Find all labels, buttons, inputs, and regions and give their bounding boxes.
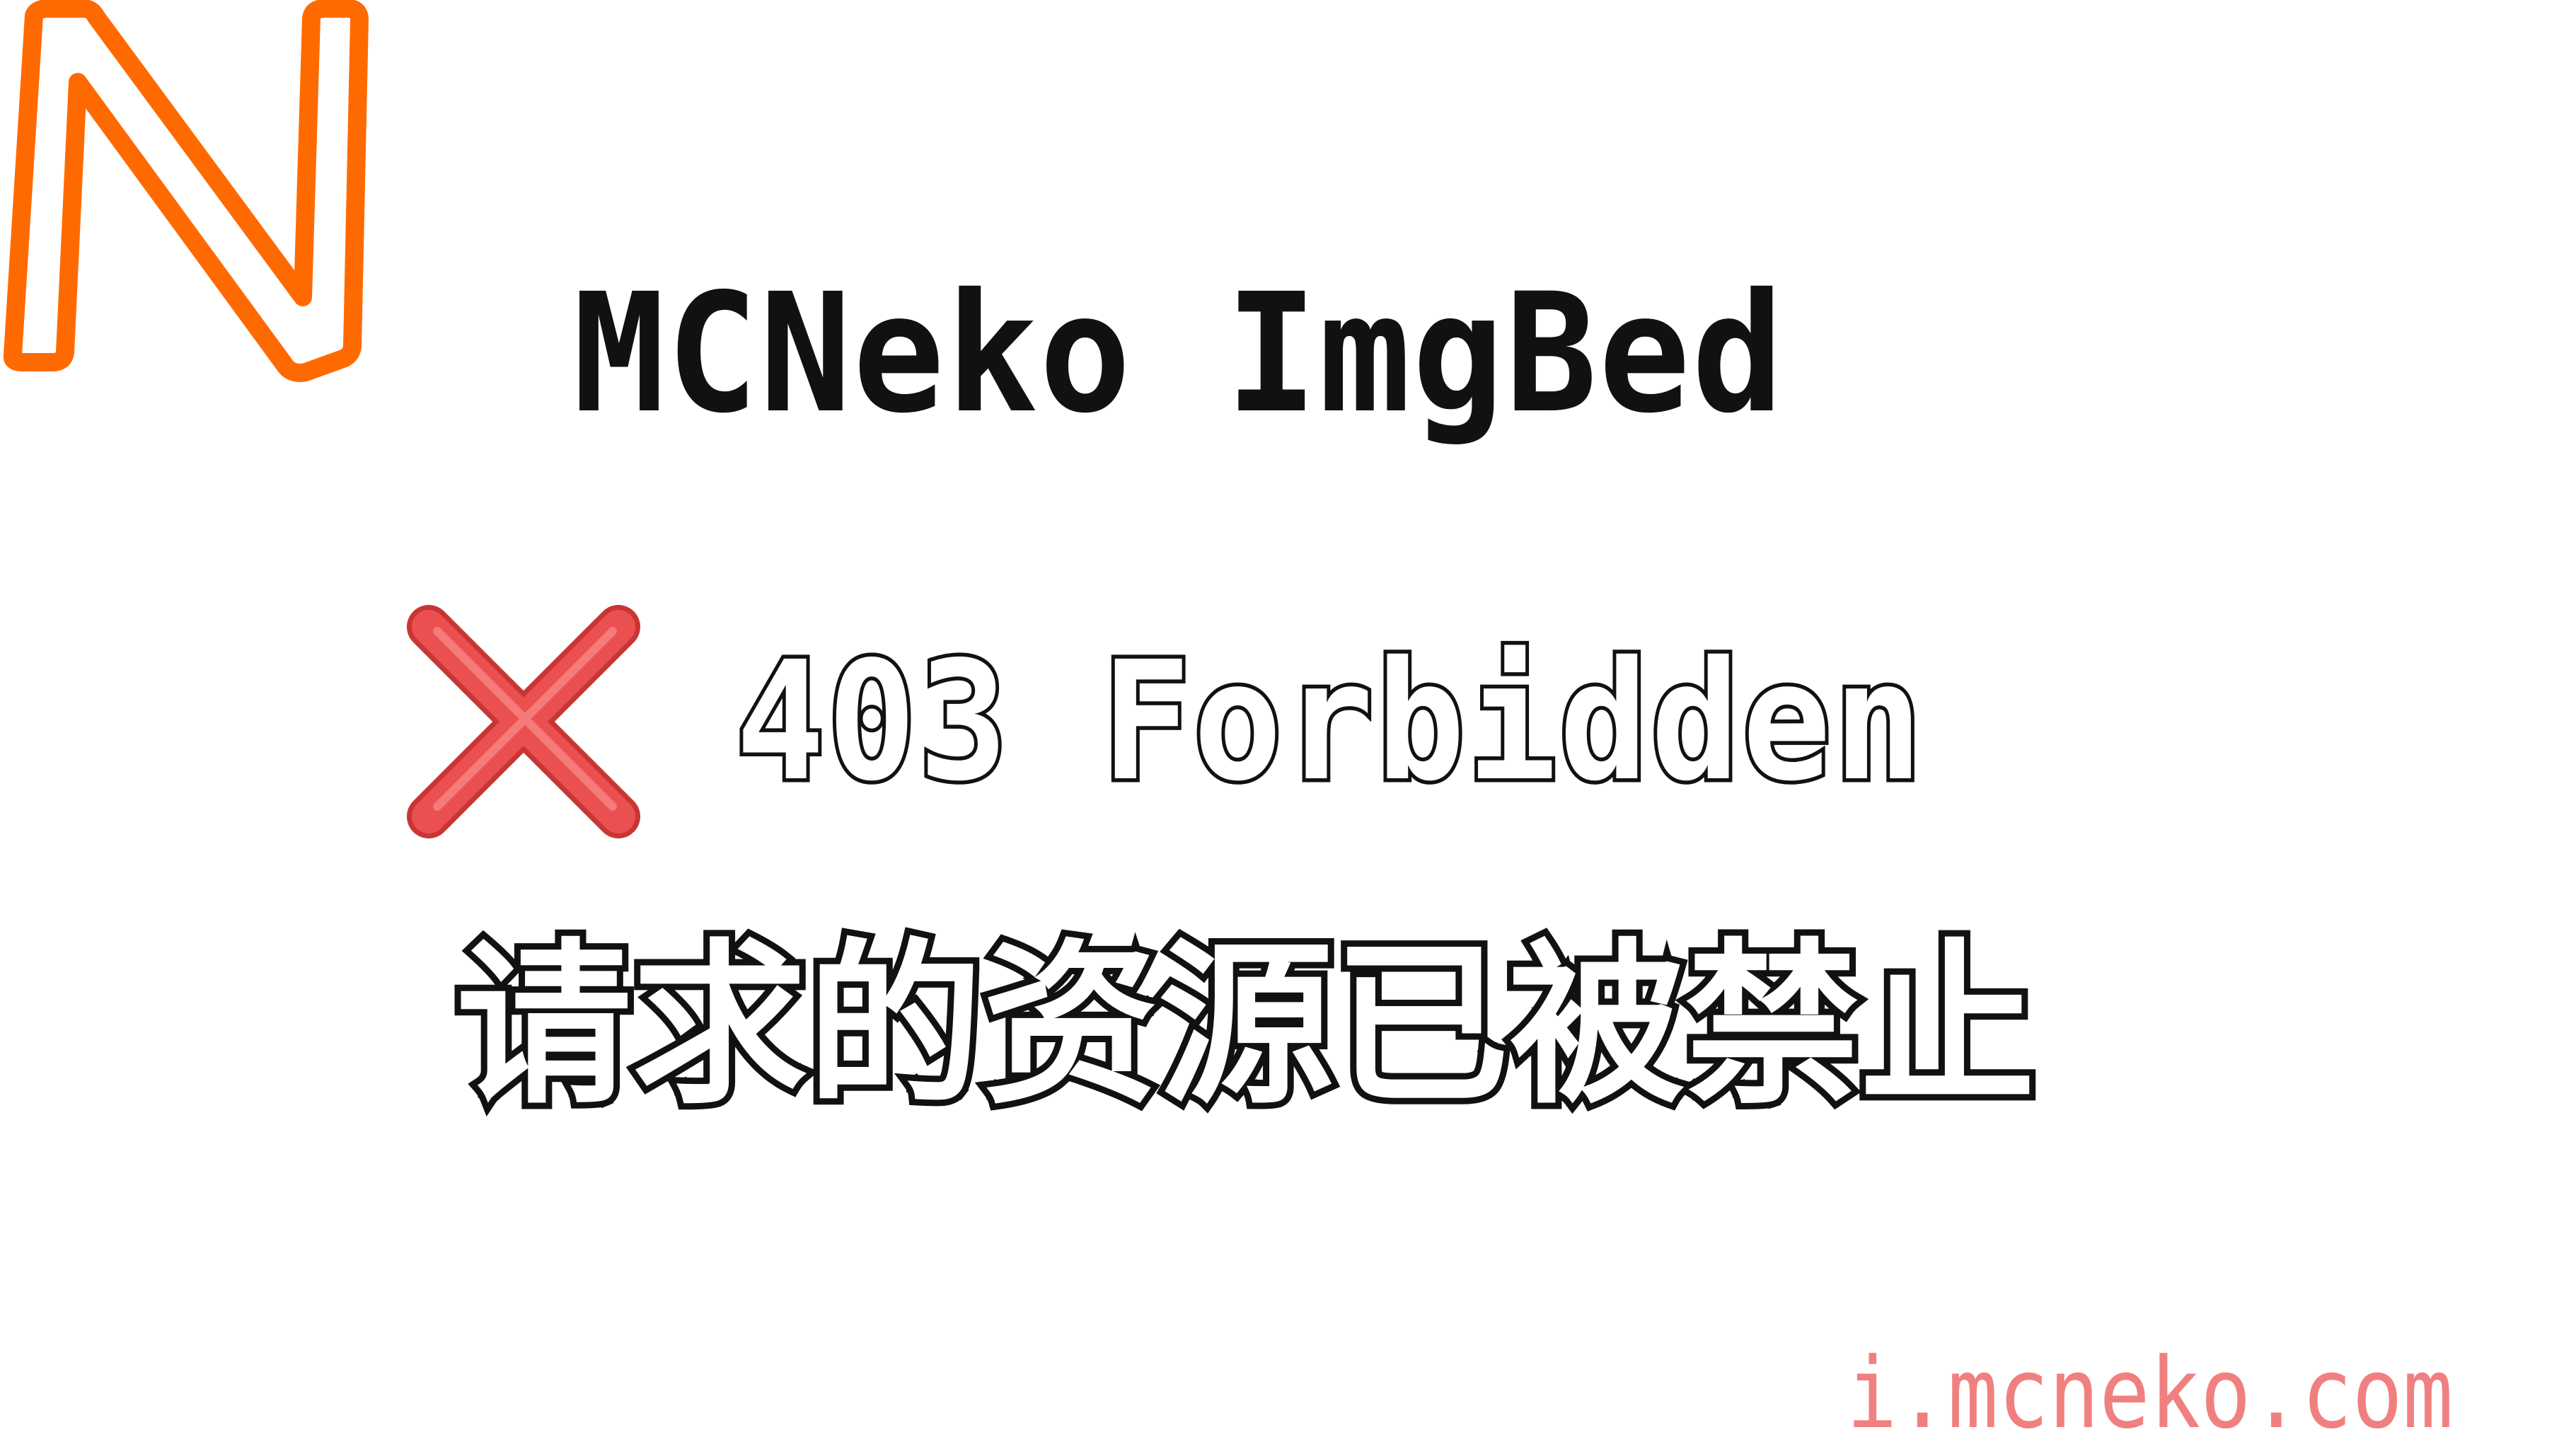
- mcneko-logo-icon: [0, 0, 382, 382]
- site-title: MCNeko ImgBed: [573, 258, 1785, 449]
- error-code: 403 Forbidden: [732, 623, 1926, 821]
- error-message: 请求的资源已被禁止: [450, 918, 2042, 1134]
- site-url: i.mcneko.com: [1847, 1337, 2454, 1449]
- error-page: MCNeko ImgBed 403 Forbidden 请求的资源已被禁止 i.…: [0, 0, 2576, 1449]
- cross-icon: [403, 601, 644, 842]
